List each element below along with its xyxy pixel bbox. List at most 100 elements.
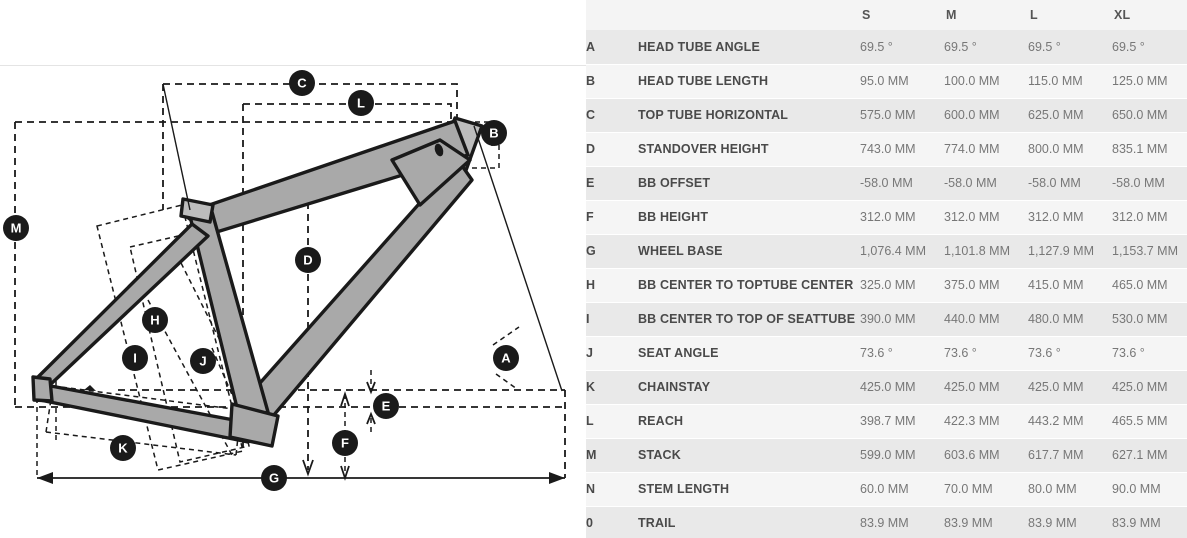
row-measurement-name: REACH	[638, 404, 860, 439]
row-value-m: 774.0 MM	[944, 132, 1028, 167]
marker-C-label: C	[297, 76, 307, 91]
row-key: I	[586, 302, 638, 337]
row-measurement-name: HEAD TUBE ANGLE	[638, 30, 860, 65]
table-row: B HEAD TUBE LENGTH 95.0 MM 100.0 MM 115.0 MM…	[586, 64, 1187, 99]
row-key: B	[586, 64, 638, 99]
marker-B[interactable]: B	[481, 120, 507, 146]
marker-L[interactable]: L	[348, 90, 374, 116]
marker-C[interactable]: C	[289, 70, 315, 96]
row-value-l: 83.9 MM	[1028, 506, 1112, 538]
row-measurement-name: STANDOVER HEIGHT	[638, 132, 860, 167]
marker-E[interactable]: E	[373, 393, 399, 419]
header-key	[586, 0, 638, 30]
marker-A[interactable]: A	[493, 345, 519, 371]
geometry-spec-table: S M L XL A HEAD TUBE ANGLE 69.5 ° 69.5 ° 69.…	[586, 0, 1187, 538]
table-row: E BB OFFSET -58.0 MM -58.0 MM -58.0 MM -58.0 …	[586, 166, 1187, 201]
row-value-l: 312.0 MM	[1028, 200, 1112, 235]
row-value-s: 599.0 MM	[860, 438, 944, 473]
table-body: A HEAD TUBE ANGLE 69.5 ° 69.5 ° 69.5 ° 69.5 °…	[586, 30, 1187, 538]
table-row: H BB CENTER TO TOPTUBE CENTER 325.0 MM 375.…	[586, 268, 1187, 303]
marker-G-label: G	[269, 471, 279, 486]
row-value-m: 600.0 MM	[944, 98, 1028, 133]
row-value-m: 422.3 MM	[944, 404, 1028, 439]
row-measurement-name: TOP TUBE HORIZONTAL	[638, 98, 860, 133]
marker-F-label: F	[341, 436, 349, 451]
fork-axis-line	[473, 125, 563, 392]
marker-D-label: D	[303, 253, 312, 268]
table-row: I BB CENTER TO TOP OF SEATTUBE 390.0 MM 440…	[586, 302, 1187, 337]
measurement-guides	[14, 83, 566, 481]
header-size-m: M	[944, 0, 1028, 30]
row-value-s: 325.0 MM	[860, 268, 944, 303]
marker-D[interactable]: D	[295, 247, 321, 273]
row-value-xl: 465.0 MM	[1112, 268, 1187, 303]
chainstay-bridge	[84, 385, 96, 391]
row-key: 0	[586, 506, 638, 538]
marker-H[interactable]: H	[142, 307, 168, 333]
marker-L-label: L	[357, 96, 365, 111]
table-row: M STACK 599.0 MM 603.6 MM 617.7 MM 627.1 MM	[586, 438, 1187, 473]
row-value-s: 575.0 MM	[860, 98, 944, 133]
row-value-l: 415.0 MM	[1028, 268, 1112, 303]
row-key: L	[586, 404, 638, 439]
row-value-xl: 1,153.7 MM	[1112, 234, 1187, 269]
row-value-m: 1,101.8 MM	[944, 234, 1028, 269]
row-value-s: 390.0 MM	[860, 302, 944, 337]
row-measurement-name: STACK	[638, 438, 860, 473]
row-value-l: 115.0 MM	[1028, 64, 1112, 99]
row-value-m: -58.0 MM	[944, 166, 1028, 201]
row-measurement-name: BB HEIGHT	[638, 200, 860, 235]
marker-J[interactable]: J	[190, 348, 216, 374]
table-row: 0 TRAIL 83.9 MM 83.9 MM 83.9 MM 83.9 MM	[586, 506, 1187, 538]
row-value-xl: 73.6 °	[1112, 336, 1187, 371]
header-size-s: S	[860, 0, 944, 30]
row-key: E	[586, 166, 638, 201]
row-measurement-name: BB CENTER TO TOP OF SEATTUBE	[638, 302, 860, 337]
header-size-l: L	[1028, 0, 1112, 30]
row-key: C	[586, 98, 638, 133]
row-value-l: 625.0 MM	[1028, 98, 1112, 133]
row-value-l: 1,127.9 MM	[1028, 234, 1112, 269]
row-value-xl: 312.0 MM	[1112, 200, 1187, 235]
row-key: D	[586, 132, 638, 167]
row-key: J	[586, 336, 638, 371]
row-value-m: 73.6 °	[944, 336, 1028, 371]
row-value-s: -58.0 MM	[860, 166, 944, 201]
row-value-s: 398.7 MM	[860, 404, 944, 439]
wheelbase-arrow	[37, 472, 565, 484]
row-value-s: 73.6 °	[860, 336, 944, 371]
marker-I[interactable]: I	[122, 345, 148, 371]
row-value-xl: 83.9 MM	[1112, 506, 1187, 538]
row-value-xl: 835.1 MM	[1112, 132, 1187, 167]
table-row: L REACH 398.7 MM 422.3 MM 443.2 MM 465.5 MM	[586, 404, 1187, 439]
row-value-s: 743.0 MM	[860, 132, 944, 167]
geometry-page: A B C D E F G H I J K L M S M L XL A HEA…	[0, 0, 1187, 538]
row-key: F	[586, 200, 638, 235]
row-value-s: 60.0 MM	[860, 472, 944, 507]
marker-K[interactable]: K	[110, 435, 136, 461]
marker-I-label: I	[133, 351, 137, 366]
marker-E-label: E	[382, 399, 391, 414]
marker-G[interactable]: G	[261, 465, 287, 491]
row-key: A	[586, 30, 638, 65]
row-value-l: 73.6 °	[1028, 336, 1112, 371]
row-value-m: 83.9 MM	[944, 506, 1028, 538]
row-value-m: 375.0 MM	[944, 268, 1028, 303]
marker-M[interactable]: M	[3, 215, 29, 241]
row-value-xl: 90.0 MM	[1112, 472, 1187, 507]
table-row: D STANDOVER HEIGHT 743.0 MM 774.0 MM 800.0 M…	[586, 132, 1187, 167]
row-key: N	[586, 472, 638, 507]
row-value-xl: 69.5 °	[1112, 30, 1187, 65]
marker-B-label: B	[489, 126, 498, 141]
row-value-xl: 627.1 MM	[1112, 438, 1187, 473]
row-measurement-name: WHEEL BASE	[638, 234, 860, 269]
row-value-xl: 650.0 MM	[1112, 98, 1187, 133]
marker-F[interactable]: F	[332, 430, 358, 456]
rear-dropout	[31, 375, 54, 403]
bike-geometry-diagram: A B C D E F G H I J K L M	[0, 0, 586, 538]
row-value-l: 69.5 °	[1028, 30, 1112, 65]
row-value-m: 69.5 °	[944, 30, 1028, 65]
row-key: G	[586, 234, 638, 269]
row-key: H	[586, 268, 638, 303]
row-measurement-name: STEM LENGTH	[638, 472, 860, 507]
